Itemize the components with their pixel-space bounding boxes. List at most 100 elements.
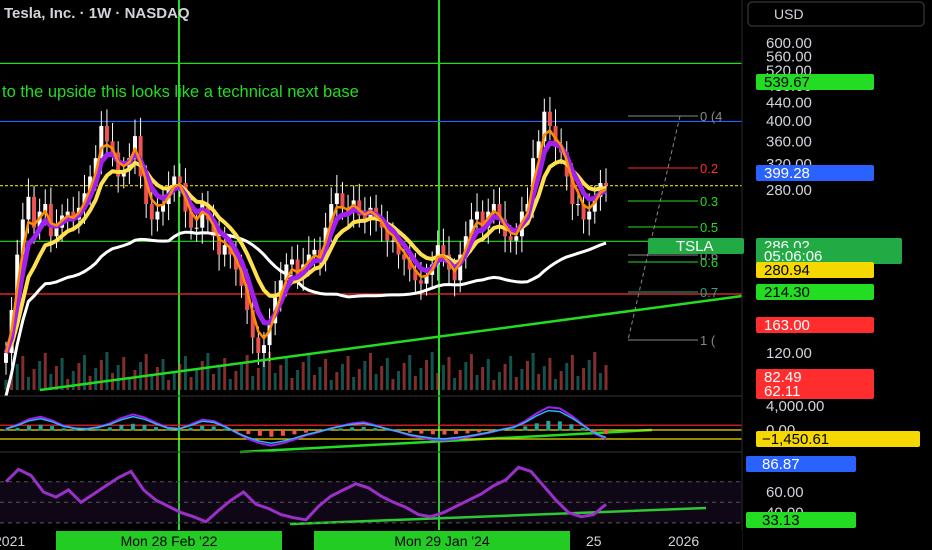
volume-bar: [492, 380, 496, 390]
oscillator-histogram-bar: [27, 425, 32, 431]
annotation-text: to the upside this looks like a technica…: [2, 83, 359, 101]
volume-bar: [464, 362, 468, 390]
volume-bar: [447, 357, 451, 390]
oscillator-tick-label: 4,000.00: [766, 398, 824, 415]
oscillator-histogram-bar: [61, 428, 66, 431]
oscillator-histogram-bar: [407, 430, 412, 433]
volume-bar: [301, 362, 305, 390]
volume-bar: [554, 379, 558, 390]
oscillator-histogram-bar: [50, 426, 55, 431]
volume-bar: [189, 377, 193, 390]
volume-bar: [43, 353, 47, 390]
oscillator-histogram-bar: [269, 430, 274, 437]
volume-bar: [284, 357, 288, 390]
volume-bar: [228, 379, 232, 390]
oscillator-histogram-bar: [442, 430, 447, 435]
rsi-lower-label: 33.13: [762, 512, 800, 529]
price-label-text: 214.30: [764, 284, 810, 301]
oscillator-histogram-bar: [419, 430, 424, 434]
candle-body: [312, 249, 317, 255]
fib-level-label: 0.2: [700, 161, 718, 176]
volume-bar: [279, 365, 283, 390]
volume-bar: [240, 363, 244, 390]
volume-bar: [559, 371, 563, 390]
volume-bar: [537, 374, 541, 390]
fib-level-label: 0.6: [700, 255, 718, 270]
oscillator-histogram-bar: [454, 430, 458, 435]
volume-bar: [296, 370, 300, 390]
volume-bar: [357, 369, 361, 390]
volume-bar: [570, 355, 574, 390]
candle-body: [441, 245, 446, 255]
volume-bar: [368, 353, 372, 390]
price-label-text: 163.00: [764, 317, 810, 334]
candle-body: [155, 211, 160, 220]
volume-bar: [486, 359, 490, 390]
oscillator-histogram-bar: [142, 424, 147, 431]
volume-bar: [223, 358, 227, 390]
volume-bar: [38, 361, 42, 390]
volume-bar: [155, 367, 159, 390]
price-tick-label: 440.00: [766, 95, 812, 112]
volume-bar: [122, 357, 126, 390]
volume-bar: [195, 369, 199, 390]
volume-bar: [374, 374, 378, 390]
volume-bar: [469, 354, 473, 390]
tsla-weekly-chart[interactable]: 0 (40.20.30.50.60.60.71 ( to the upside …: [0, 0, 932, 550]
oscillator-histogram-bar: [4, 429, 8, 431]
x-tick-2021: 2021: [0, 533, 25, 549]
oscillator-histogram-bar: [511, 428, 516, 431]
oscillator-histogram-bar: [280, 430, 285, 436]
volume-bar: [475, 375, 479, 390]
volume-bar: [105, 352, 109, 390]
fib-level-label: 0.5: [700, 220, 718, 235]
volume-bar: [509, 356, 513, 390]
fib-level-label: 0 (4: [700, 109, 722, 124]
candle-body: [261, 345, 266, 353]
volume-bar: [172, 372, 176, 390]
date-label-feb22: Mon 28 Feb '22: [121, 533, 218, 549]
volume-bar: [150, 375, 154, 390]
candle-body: [194, 227, 199, 229]
volume-bar: [167, 380, 171, 390]
price-label-text: TSLA: [676, 238, 714, 255]
price-label-text: 399.28: [764, 165, 810, 182]
candle-body: [177, 176, 182, 184]
volume-bar: [458, 370, 462, 390]
oscillator-histogram-bar: [338, 428, 343, 431]
volume-bar: [324, 359, 328, 390]
oscillator-histogram-bar: [257, 430, 262, 436]
volume-bar: [430, 352, 434, 390]
volume-bar: [436, 373, 440, 390]
volume-bar: [503, 364, 507, 390]
volume-bar: [598, 373, 602, 390]
volume-bar: [183, 356, 187, 390]
oscillator-histogram-bar: [477, 430, 482, 433]
oscillator-histogram-bar: [130, 423, 135, 431]
candle-body: [514, 236, 519, 241]
volume-bar: [453, 378, 457, 390]
volume-bar: [26, 377, 30, 390]
volume-bar: [346, 356, 350, 390]
volume-bar: [363, 361, 367, 390]
candle-body: [222, 245, 227, 255]
volume-bar: [217, 366, 221, 390]
volume-bar: [245, 355, 249, 390]
candle-body: [547, 111, 552, 126]
volume-bar: [60, 358, 64, 390]
volume-bar: [565, 363, 569, 390]
volume-bar: [593, 352, 597, 390]
oscillator-histogram-bar: [350, 427, 355, 431]
volume-bar: [99, 360, 103, 390]
oscillator-histogram-bar: [604, 430, 608, 434]
oscillator-histogram-bar: [38, 424, 43, 431]
oscillator-histogram-bar: [165, 429, 170, 431]
oscillator-histogram-bar: [292, 430, 297, 435]
volume-bar: [582, 368, 586, 390]
volume-bar: [144, 354, 148, 390]
volume-bar: [133, 370, 137, 390]
volume-bar: [32, 369, 36, 390]
symbol-title: Tesla, Inc. · 1W · NASDAQ: [4, 5, 190, 22]
volume-bar: [178, 364, 182, 390]
oscillator-histogram-bar: [223, 428, 228, 431]
